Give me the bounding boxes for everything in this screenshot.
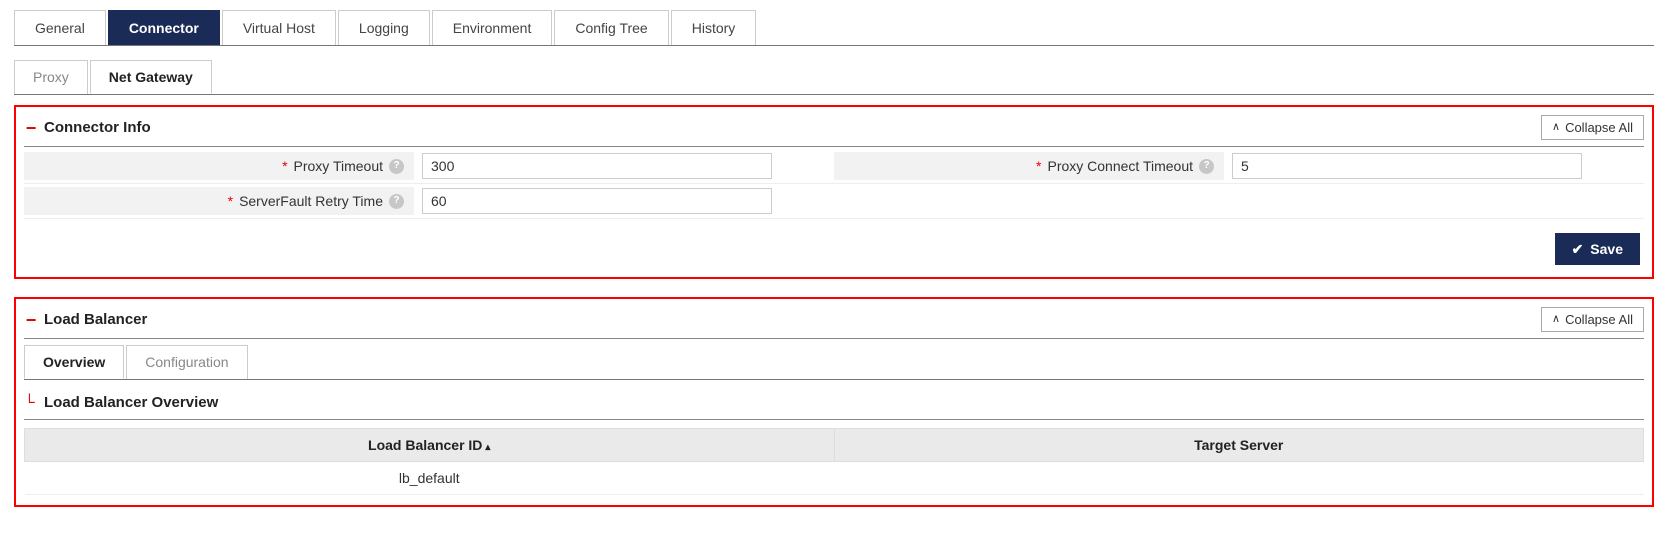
required-marker: * [282, 158, 287, 174]
col-target-server[interactable]: Target Server [834, 429, 1644, 462]
branch-icon: └ [24, 395, 38, 410]
collapse-all-button[interactable]: ∧ Collapse All [1541, 115, 1644, 140]
lb-overview-title: Load Balancer Overview [44, 394, 218, 411]
proxy-connect-timeout-text: Proxy Connect Timeout [1047, 158, 1193, 174]
subtab-proxy[interactable]: Proxy [14, 60, 88, 94]
serverfault-retry-input[interactable] [422, 188, 772, 214]
serverfault-retry-text: ServerFault Retry Time [239, 193, 383, 209]
collapse-icon[interactable]: − [24, 311, 38, 329]
label-proxy-connect-timeout: * Proxy Connect Timeout ? [834, 152, 1224, 180]
row-empty [834, 184, 1644, 219]
collapse-all-label: Collapse All [1565, 120, 1633, 135]
chevron-up-icon: ∧ [1552, 122, 1560, 133]
lb-tab-bar: Overview Configuration [24, 345, 1644, 380]
row-proxy-timeout: * Proxy Timeout ? [24, 149, 834, 184]
sub-tab-bar: Proxy Net Gateway [14, 60, 1654, 95]
help-icon[interactable]: ? [389, 194, 404, 209]
proxy-connect-timeout-input[interactable] [1232, 153, 1582, 179]
tab-history[interactable]: History [671, 10, 757, 45]
proxy-timeout-text: Proxy Timeout [294, 158, 383, 174]
tab-virtual-host[interactable]: Virtual Host [222, 10, 336, 45]
label-proxy-timeout: * Proxy Timeout ? [24, 152, 414, 180]
connector-info-panel: − Connector Info ∧ Collapse All * Proxy … [14, 105, 1654, 279]
collapse-all-button[interactable]: ∧ Collapse All [1541, 307, 1644, 332]
col-lb-id[interactable]: Load Balancer ID▴ [25, 429, 835, 462]
sort-asc-icon: ▴ [485, 442, 490, 453]
table-row[interactable]: lb_default [25, 462, 1644, 495]
row-serverfault-retry: * ServerFault Retry Time ? [24, 184, 834, 219]
connector-info-title: Connector Info [44, 119, 151, 136]
proxy-timeout-input[interactable] [422, 153, 772, 179]
save-label: Save [1590, 241, 1623, 257]
lb-table: Load Balancer ID▴ Target Server lb_defau… [24, 428, 1644, 495]
collapse-all-label: Collapse All [1565, 312, 1633, 327]
collapse-icon[interactable]: − [24, 119, 38, 137]
tab-environment[interactable]: Environment [432, 10, 553, 45]
load-balancer-header: − Load Balancer ∧ Collapse All [24, 303, 1644, 339]
tab-logging[interactable]: Logging [338, 10, 430, 45]
label-serverfault-retry: * ServerFault Retry Time ? [24, 187, 414, 215]
tab-general[interactable]: General [14, 10, 106, 45]
connector-form: * Proxy Timeout ? * Proxy Connect Timeou… [24, 149, 1644, 219]
required-marker: * [1036, 158, 1041, 174]
lb-tab-configuration[interactable]: Configuration [126, 345, 247, 379]
top-tab-bar: General Connector Virtual Host Logging E… [14, 10, 1654, 46]
load-balancer-title: Load Balancer [44, 311, 147, 328]
save-button[interactable]: ✔ Save [1555, 233, 1640, 265]
tab-connector[interactable]: Connector [108, 10, 220, 45]
cell-lb-id: lb_default [25, 462, 835, 495]
help-icon[interactable]: ? [389, 159, 404, 174]
row-proxy-connect-timeout: * Proxy Connect Timeout ? [834, 149, 1644, 184]
subtab-net-gateway[interactable]: Net Gateway [90, 60, 212, 94]
cell-target [834, 462, 1644, 495]
lb-overview-header: └ Load Balancer Overview [24, 386, 1644, 420]
required-marker: * [228, 193, 233, 209]
load-balancer-panel: − Load Balancer ∧ Collapse All Overview … [14, 297, 1654, 507]
tab-config-tree[interactable]: Config Tree [554, 10, 668, 45]
check-icon: ✔ [1572, 242, 1584, 256]
help-icon[interactable]: ? [1199, 159, 1214, 174]
connector-info-header: − Connector Info ∧ Collapse All [24, 111, 1644, 147]
lb-tab-overview[interactable]: Overview [24, 345, 124, 379]
chevron-up-icon: ∧ [1552, 314, 1560, 325]
